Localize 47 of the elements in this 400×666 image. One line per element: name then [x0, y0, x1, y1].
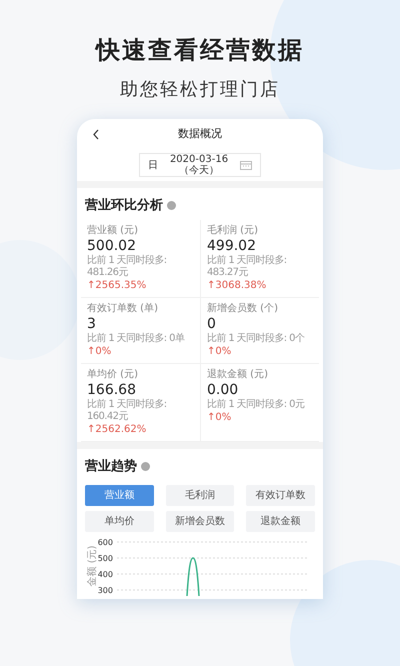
metric-label: 单均价 (元) — [87, 368, 139, 381]
metric-label: 营业额 (元) — [87, 224, 139, 236]
y-tick-label: 400 — [98, 570, 113, 579]
metric-value: 0 — [207, 314, 217, 332]
metric-label: 毛利润 (元) — [207, 224, 259, 236]
calendar-icon[interactable] — [240, 160, 252, 170]
metric-value: 3 — [87, 314, 97, 332]
change-percent: ↑2562.62% — [87, 423, 148, 436]
comparison-text: 比前 1 天同时段多: 0单 — [87, 332, 186, 345]
metric-tab[interactable]: 退款金额 — [246, 510, 315, 532]
back-icon[interactable] — [93, 128, 99, 140]
section-title: 营业趋势 — [85, 458, 137, 476]
info-icon[interactable] — [141, 462, 150, 472]
metric-value: 500.02 — [87, 236, 137, 254]
section-title: 营业环比分析 — [85, 197, 163, 215]
metric-value: 499.02 — [207, 236, 257, 254]
change-percent: ↑0% — [207, 344, 232, 358]
metric-tab[interactable]: 新增会员数 — [166, 510, 234, 532]
metric-value: 166.68 — [87, 380, 137, 398]
comparison-text: 比前 1 天同时段多: 483.27元 — [207, 254, 288, 279]
y-tick-label: 300 — [98, 586, 113, 595]
y-axis-label: 金额 (元) — [87, 545, 98, 586]
metric-tab[interactable]: 有效订单数 — [246, 484, 315, 506]
comparison-text: 比前 1 天同时段多: 160.42元 — [87, 399, 168, 424]
screen-title: 数据概况 — [177, 126, 223, 142]
change-percent: ↑0% — [87, 344, 112, 358]
metric-value: 0.00 — [207, 380, 240, 398]
date-value: 2020-03-16（今天） — [168, 154, 230, 176]
trend-line-drawing — [186, 556, 200, 596]
change-percent: ↑3068.38% — [207, 278, 268, 292]
period-label: 日 — [147, 158, 159, 172]
change-percent: ↑2565.35% — [87, 278, 148, 292]
metric-label: 新增会员数 (个) — [207, 302, 279, 315]
metric-label: 有效订单数 (单) — [87, 302, 159, 315]
headline: 快速查看经营数据 — [94, 35, 305, 66]
change-percent: ↑0% — [207, 411, 232, 424]
comparison-text: 比前 1 天同时段多: 0元 — [207, 399, 306, 412]
comparison-text: 比前 1 天同时段多: 0个 — [207, 332, 306, 345]
subheadline: 助您轻松打理门店 — [119, 78, 281, 102]
date-picker[interactable]: 日 2020-03-16（今天） — [139, 153, 261, 177]
y-tick-label: 500 — [98, 554, 113, 563]
metric-tab[interactable]: 单均价 — [85, 510, 154, 532]
info-icon[interactable] — [167, 201, 176, 210]
metric-tab[interactable]: 毛利润 — [166, 484, 234, 506]
comparison-text: 比前 1 天同时段多: 481.26元 — [87, 254, 168, 279]
metric-label: 退款金额 (元) — [207, 368, 269, 381]
y-tick-label: 600 — [98, 538, 113, 547]
